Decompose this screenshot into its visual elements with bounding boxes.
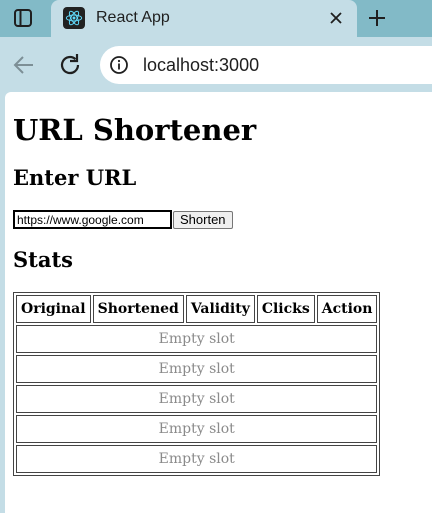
column-header-action: Action	[316, 295, 378, 323]
url-input[interactable]	[13, 210, 172, 229]
stats-table: Original Shortened Validity Clicks Actio…	[13, 292, 381, 476]
stats-heading: Stats	[13, 247, 73, 272]
empty-slot-cell: Empty slot	[16, 415, 378, 443]
shorten-button[interactable]: Shorten	[173, 210, 233, 229]
empty-slot-cell: Empty slot	[16, 385, 378, 413]
plus-icon[interactable]	[364, 5, 390, 31]
table-row: Empty slot	[16, 385, 378, 413]
tab-strip: React App	[0, 0, 432, 37]
column-header-original: Original	[16, 295, 91, 323]
reload-icon[interactable]	[56, 51, 84, 79]
enter-url-heading: Enter URL	[13, 165, 137, 190]
tab-react-app[interactable]: React App	[51, 0, 357, 37]
shorten-form: Shorten	[13, 210, 233, 229]
url-text: localhost:3000	[143, 55, 260, 75]
page-viewport: URL Shortener Enter URL Shorten Stats Or…	[5, 92, 432, 513]
arrow-left-icon[interactable]	[10, 51, 38, 79]
empty-slot-cell: Empty slot	[16, 355, 378, 383]
empty-slot-cell: Empty slot	[16, 325, 378, 353]
table-row: Empty slot	[16, 325, 378, 353]
empty-slot-cell: Empty slot	[16, 445, 378, 473]
table-row: Empty slot	[16, 445, 378, 473]
page-title: URL Shortener	[13, 113, 257, 147]
column-header-validity: Validity	[185, 295, 255, 323]
sidebar-icon[interactable]	[8, 5, 38, 31]
tab-title: React App	[96, 9, 170, 26]
info-icon[interactable]	[109, 55, 129, 75]
table-row: Empty slot	[16, 415, 378, 443]
react-icon	[63, 7, 85, 29]
column-header-shortened: Shortened	[92, 295, 184, 323]
address-bar[interactable]: localhost:3000	[100, 46, 432, 84]
close-icon[interactable]	[326, 8, 346, 28]
table-header-row: Original Shortened Validity Clicks Actio…	[16, 295, 378, 323]
table-row: Empty slot	[16, 355, 378, 383]
browser-toolbar: localhost:3000	[0, 37, 432, 92]
column-header-clicks: Clicks	[256, 295, 315, 323]
